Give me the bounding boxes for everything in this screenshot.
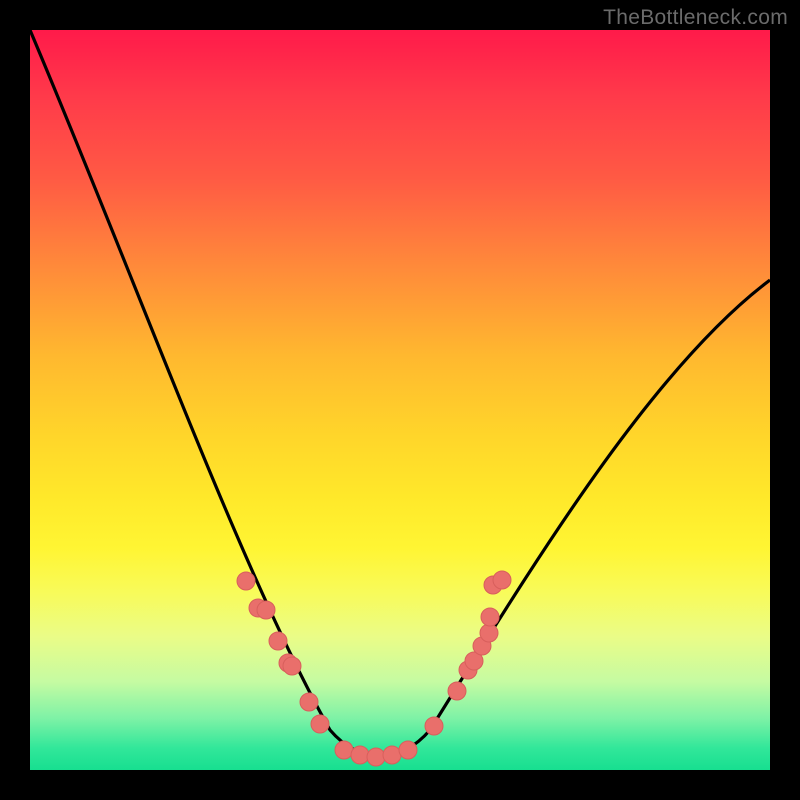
data-point (269, 632, 287, 650)
data-point (367, 748, 385, 766)
data-point (383, 746, 401, 764)
data-point (335, 741, 353, 759)
bottleneck-curve (30, 30, 770, 756)
data-point (399, 741, 417, 759)
chart-area (30, 30, 770, 770)
data-point (351, 746, 369, 764)
watermark-text: TheBottleneck.com (603, 6, 788, 30)
chart-svg (30, 30, 770, 770)
data-point (237, 572, 255, 590)
data-point (300, 693, 318, 711)
data-point (257, 601, 275, 619)
data-points-group (237, 571, 511, 766)
data-point (481, 608, 499, 626)
data-point (283, 657, 301, 675)
data-point (425, 717, 443, 735)
data-point (493, 571, 511, 589)
data-point (480, 624, 498, 642)
data-point (311, 715, 329, 733)
data-point (448, 682, 466, 700)
